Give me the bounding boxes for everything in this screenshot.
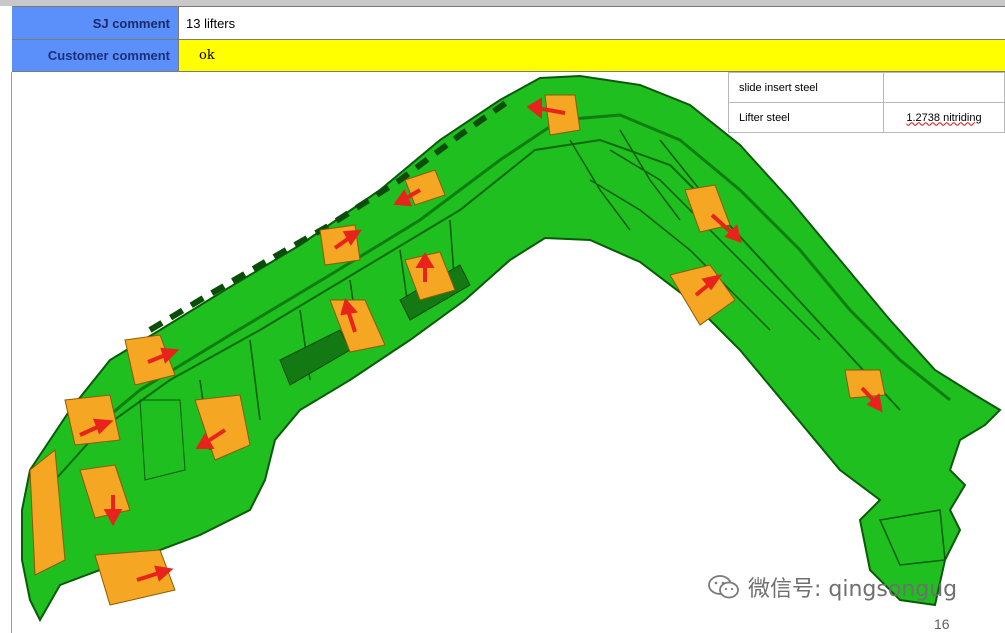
steel-label-lifter: Lifter steel: [728, 102, 884, 133]
steel-row: Lifter steel 1.2738 nitriding: [728, 102, 1005, 133]
part-body: [21, 74, 1002, 623]
steel-value-lifter: 1.2738 nitriding: [883, 102, 1005, 133]
page-number: 16: [934, 616, 950, 632]
steel-label-slide: slide insert steel: [728, 72, 884, 103]
steel-table: slide insert steel Lifter steel 1.2738 n…: [728, 72, 1005, 133]
steel-row: slide insert steel: [728, 72, 1005, 103]
wechat-icon: [708, 575, 739, 599]
watermark-text: 微信号: qingsongug: [748, 577, 958, 602]
steel-value-slide: [883, 72, 1005, 103]
watermark: 微信号: qingsongug: [708, 571, 957, 603]
